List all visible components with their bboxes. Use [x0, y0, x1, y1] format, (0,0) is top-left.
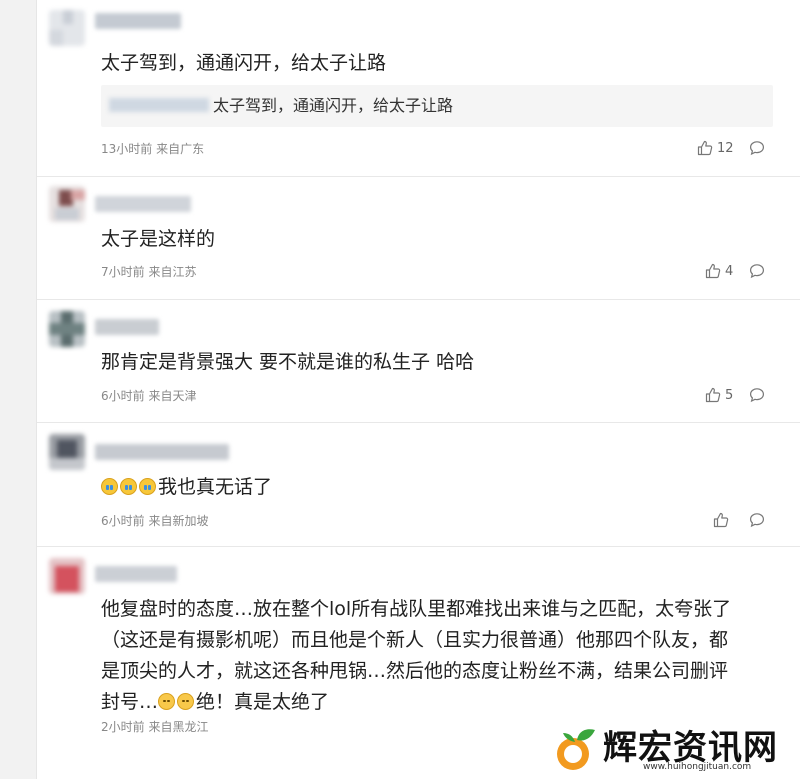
username[interactable] [95, 566, 177, 582]
like-count: 4 [725, 263, 734, 279]
reply-bubble-icon[interactable] [749, 512, 765, 528]
reply-bubble-icon[interactable] [749, 140, 765, 156]
thumbs-up-icon [697, 140, 713, 156]
avatar[interactable] [49, 558, 85, 594]
crying-emoji-icon [120, 478, 137, 495]
username[interactable] [95, 196, 191, 212]
comment-meta: 13小时前 来自广东 [101, 142, 205, 156]
like-button[interactable]: 12 [697, 140, 734, 156]
comment-text-content: 我也真无话了 [158, 476, 273, 498]
comment-item: 我也真无话了 6小时前 来自新加坡 [37, 422, 800, 547]
quoted-reply: 太子驾到，通通闪开，给太子让路 [101, 85, 773, 127]
reply-bubble-icon[interactable] [749, 263, 765, 279]
username[interactable] [95, 319, 159, 335]
like-button[interactable]: 4 [705, 263, 733, 279]
comment-line: 封号… 绝！真是太绝了 [101, 687, 771, 718]
username[interactable] [95, 13, 181, 29]
comment-line: 是顶尖的人才，就这还各种甩锅…然后他的态度让粉丝不满，结果公司删评 [101, 660, 729, 682]
relieved-emoji-icon [177, 693, 195, 710]
comment-line: 他复盘时的态度…放在整个lol所有战队里都难找出来谁与之匹配，太夸张了 [101, 598, 732, 620]
comment-text: 我也真无话了 [101, 472, 771, 503]
comment-text: 太子驾到，通通闪开，给太子让路 [101, 52, 387, 74]
comment-line-start: 封号… [101, 691, 159, 713]
site-url: www.huihongjituan.com [643, 762, 752, 772]
like-count: 12 [717, 140, 734, 156]
avatar[interactable] [49, 311, 85, 347]
relieved-emoji-icon [158, 693, 176, 710]
avatar[interactable] [49, 434, 85, 470]
quoted-text: 太子驾到，通通闪开，给太子让路 [213, 96, 454, 115]
comment-item: 太子驾到，通通闪开，给太子让路 太子驾到，通通闪开，给太子让路 13小时前 来自… [37, 0, 800, 177]
comment-text: 太子是这样的 [101, 228, 216, 250]
comment-list: 太子驾到，通通闪开，给太子让路 太子驾到，通通闪开，给太子让路 13小时前 来自… [36, 0, 800, 779]
comment-meta: 7小时前 来自江苏 [101, 265, 197, 279]
comment-item: 那肯定是背景强大 要不就是谁的私生子 哈哈 6小时前 来自天津 5 [37, 299, 800, 423]
comment-meta: 2小时前 来自黑龙江 [101, 720, 209, 734]
orange-logo-icon [557, 729, 595, 770]
thumbs-up-icon [713, 512, 729, 528]
like-count: 5 [725, 387, 734, 403]
comment-line-end: 绝！真是太绝了 [196, 691, 330, 713]
thumbs-up-icon [705, 263, 721, 279]
site-watermark: 辉宏资讯网 www.huihongjituan.com [545, 718, 800, 779]
crying-emoji-icon [101, 478, 118, 495]
comment-meta: 6小时前 来自天津 [101, 389, 197, 403]
like-button[interactable] [713, 512, 729, 528]
avatar[interactable] [49, 10, 85, 46]
avatar[interactable] [49, 186, 85, 222]
thumbs-up-icon [705, 387, 721, 403]
comment-text: 他复盘时的态度…放在整个lol所有战队里都难找出来谁与之匹配，太夸张了 （这还是… [101, 594, 771, 718]
comment-meta: 6小时前 来自新加坡 [101, 514, 209, 528]
like-button[interactable]: 5 [705, 387, 733, 403]
quoted-username[interactable] [109, 98, 209, 112]
username[interactable] [95, 444, 229, 460]
comment-item: 太子是这样的 7小时前 来自江苏 4 [37, 176, 800, 300]
comment-text: 那肯定是背景强大 要不就是谁的私生子 哈哈 [101, 351, 475, 373]
reply-bubble-icon[interactable] [749, 387, 765, 403]
crying-emoji-icon [139, 478, 156, 495]
comment-line: （这还是有摄影机呢）而且他是个新人（且实力很普通）他那四个队友，都 [101, 629, 729, 651]
